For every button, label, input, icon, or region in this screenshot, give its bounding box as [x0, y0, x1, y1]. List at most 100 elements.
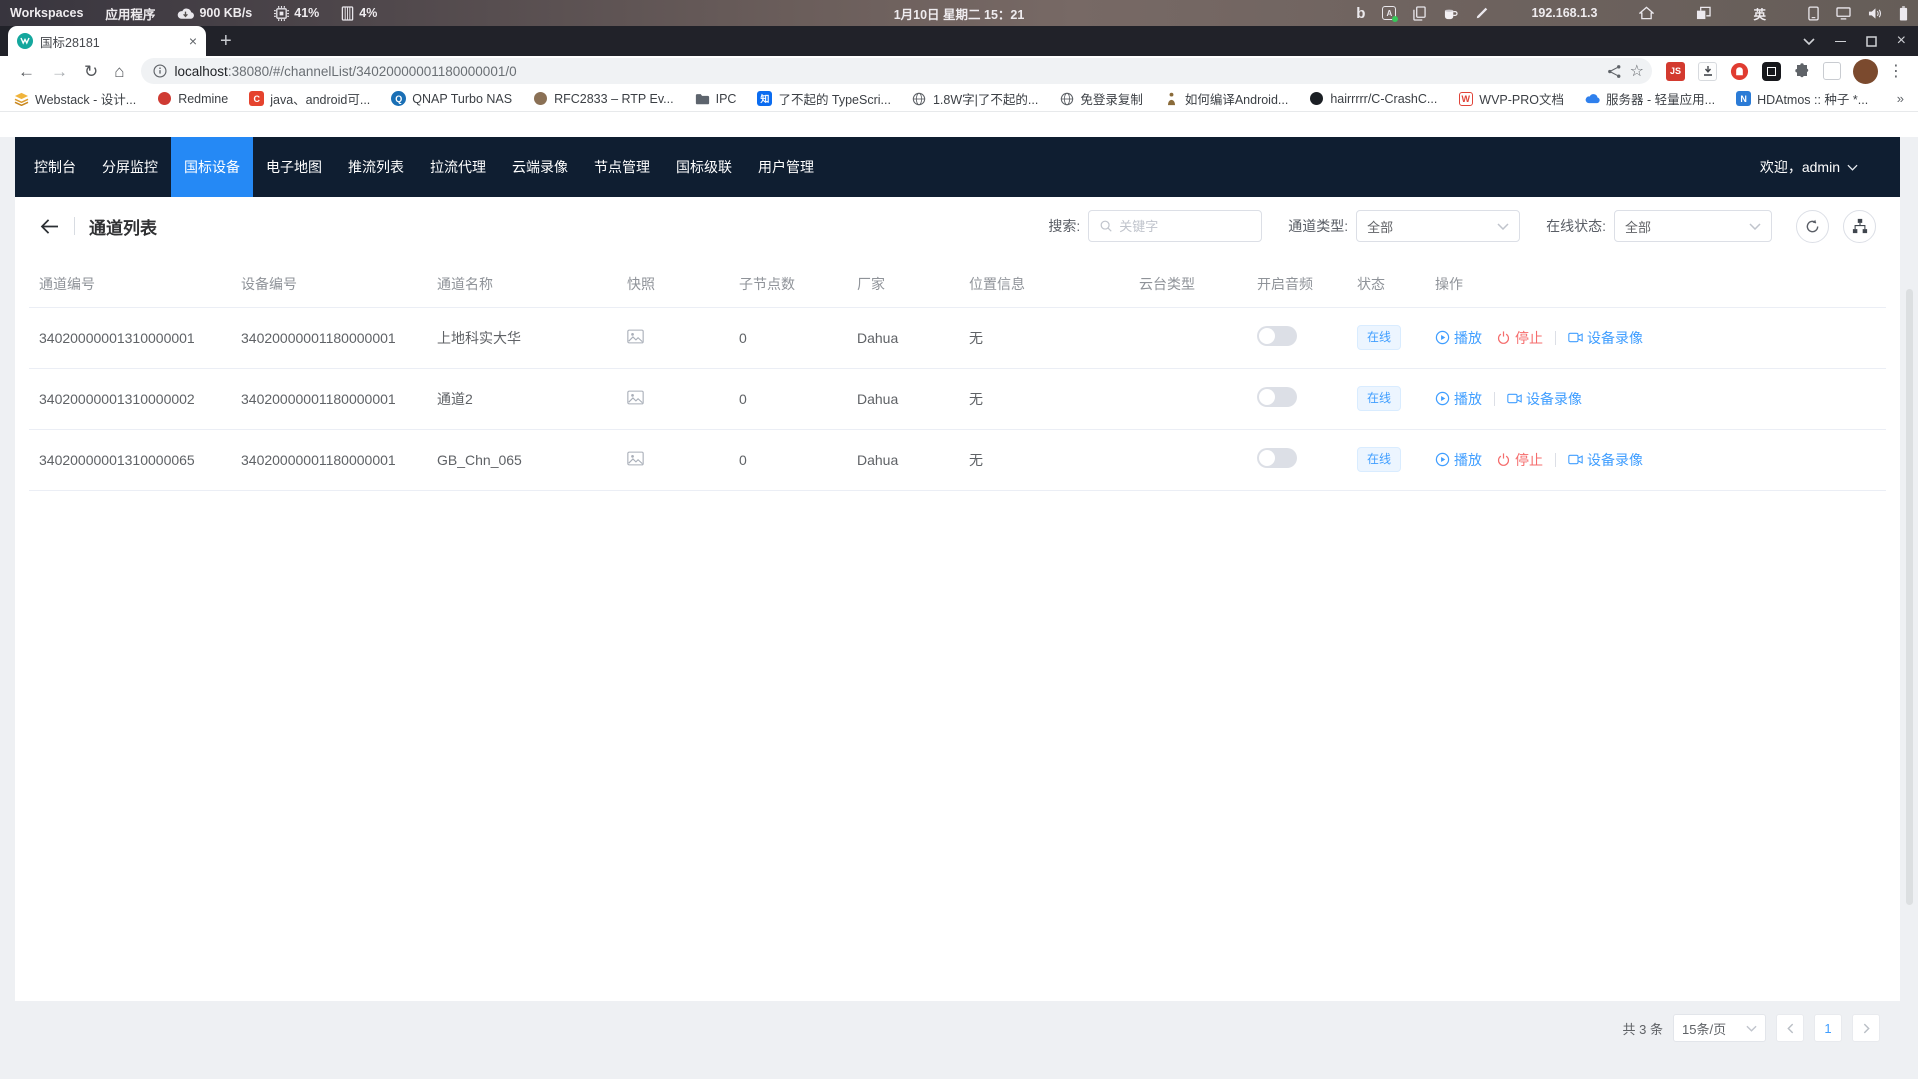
bookmark-label: 服务器 - 轻量应用...: [1606, 89, 1715, 108]
bookmark-item[interactable]: 免登录复制: [1059, 89, 1143, 108]
bookmark-item[interactable]: 如何编译Android...: [1164, 89, 1289, 108]
record-action-button[interactable]: 设备录像: [1507, 389, 1582, 409]
bookmarks-overflow-chevron-icon[interactable]: »: [1897, 91, 1904, 106]
bookmark-item[interactable]: 服务器 - 轻量应用...: [1585, 89, 1715, 108]
child-count-cell: 0: [729, 368, 847, 429]
bookmark-star-icon[interactable]: ☆: [1630, 61, 1644, 81]
workspaces-overview-icon[interactable]: [1696, 6, 1711, 20]
snapshot-image-icon[interactable]: [627, 390, 644, 405]
browser-menu-icon[interactable]: ⋮: [1888, 61, 1904, 81]
nav-item[interactable]: 国标设备: [171, 137, 253, 197]
back-icon[interactable]: ←: [18, 63, 35, 80]
dark-square-extension-icon[interactable]: [1762, 62, 1781, 81]
tab-search-chevron-icon[interactable]: [1803, 38, 1815, 45]
color-picker-icon[interactable]: [1475, 6, 1489, 20]
bing-tray-icon[interactable]: b: [1356, 6, 1365, 21]
clipboard-icon[interactable]: [1413, 6, 1426, 21]
nav-item[interactable]: 节点管理: [581, 137, 663, 197]
bookmark-item[interactable]: QQNAP Turbo NAS: [391, 91, 512, 106]
bookmark-item[interactable]: 知了不起的 TypeScri...: [757, 89, 891, 108]
nav-item[interactable]: 控制台: [21, 137, 89, 197]
nav-item[interactable]: 分屏监控: [89, 137, 171, 197]
stop-action-button[interactable]: 停止: [1496, 450, 1543, 470]
network-speed-indicator[interactable]: 900 KB/s: [177, 6, 252, 20]
new-tab-button[interactable]: +: [220, 30, 232, 53]
browser-tab[interactable]: 国标28181 ×: [8, 26, 206, 56]
snapshot-image-icon[interactable]: [627, 329, 644, 344]
audio-toggle[interactable]: [1257, 326, 1297, 346]
window-close-button[interactable]: ×: [1897, 33, 1906, 49]
extensions-puzzle-icon[interactable]: [1794, 63, 1810, 79]
scrollbar-thumb[interactable]: [1906, 289, 1913, 905]
record-action-button[interactable]: 设备录像: [1568, 328, 1643, 348]
channel-type-select[interactable]: 全部: [1356, 210, 1520, 242]
audio-cell: [1247, 368, 1347, 429]
browser-home-icon[interactable]: ⌂: [114, 63, 124, 80]
memory-usage-indicator[interactable]: 4%: [341, 6, 377, 21]
user-menu[interactable]: 欢迎，admin: [1760, 157, 1900, 177]
record-action-button[interactable]: 设备录像: [1568, 450, 1643, 470]
nav-item[interactable]: 电子地图: [253, 137, 335, 197]
forward-icon[interactable]: →: [51, 63, 68, 80]
audio-toggle[interactable]: [1257, 448, 1297, 468]
device-tree-button[interactable]: [1843, 210, 1876, 243]
cpu-usage-value: 41%: [294, 6, 319, 20]
bookmark-item[interactable]: hairrrrr/C-CrashC...: [1309, 91, 1437, 106]
bookmark-item[interactable]: WWVP-PRO文档: [1458, 89, 1564, 108]
nav-item[interactable]: 云端录像: [499, 137, 581, 197]
audio-toggle[interactable]: [1257, 387, 1297, 407]
pagination: 共 3 条 15条/页 1: [0, 1014, 1880, 1042]
clock[interactable]: 1月10日 星期二 15：21: [894, 4, 1025, 23]
share-icon[interactable]: [1607, 64, 1622, 79]
bookmark-item[interactable]: RFC2833 – RTP Ev...: [533, 91, 674, 106]
tablet-icon[interactable]: [1808, 6, 1819, 21]
refresh-button[interactable]: [1796, 210, 1829, 243]
window-maximize-button[interactable]: [1866, 36, 1877, 47]
reload-icon[interactable]: ↻: [84, 63, 98, 80]
js-extension-icon[interactable]: JS: [1666, 62, 1685, 81]
coffee-icon[interactable]: [1443, 7, 1458, 20]
page-back-icon[interactable]: [39, 218, 60, 235]
search-input[interactable]: [1119, 219, 1251, 234]
channel-table-body: 3402000000131000000134020000001180000001…: [29, 307, 1886, 490]
language-indicator[interactable]: 英: [1753, 4, 1766, 23]
play-action-button[interactable]: 播放: [1435, 328, 1482, 348]
cpu-usage-indicator[interactable]: 41%: [274, 6, 319, 21]
bookmark-item[interactable]: 1.8W字|了不起的...: [912, 89, 1038, 108]
bookmark-item[interactable]: Cjava、android可...: [249, 89, 370, 108]
site-info-icon[interactable]: [153, 64, 167, 78]
bookmark-item[interactable]: NHDAtmos :: 种子 *...: [1736, 89, 1868, 108]
page-size-select[interactable]: 15条/页: [1673, 1014, 1766, 1042]
display-icon[interactable]: [1836, 7, 1851, 20]
volume-icon[interactable]: [1868, 7, 1882, 20]
bookmark-item[interactable]: Redmine: [157, 91, 228, 106]
channel-table-wrapper: 通道编号设备编号通道名称快照子节点数厂家位置信息云台类型开启音频状态操作 340…: [15, 255, 1900, 491]
stop-action-button[interactable]: 停止: [1496, 328, 1543, 348]
bookmark-item[interactable]: IPC: [695, 91, 737, 106]
tab-close-icon[interactable]: ×: [189, 34, 197, 48]
play-action-button[interactable]: 播放: [1435, 450, 1482, 470]
home-icon[interactable]: [1639, 6, 1654, 20]
prev-page-button[interactable]: [1776, 1014, 1804, 1042]
workspaces-button[interactable]: Workspaces: [10, 6, 83, 20]
screenshot-tool-icon[interactable]: A: [1382, 6, 1396, 20]
nav-item[interactable]: 推流列表: [335, 137, 417, 197]
profile-avatar[interactable]: [1853, 59, 1878, 84]
nav-item[interactable]: 拉流代理: [417, 137, 499, 197]
current-page-button[interactable]: 1: [1814, 1014, 1842, 1042]
battery-icon[interactable]: [1899, 6, 1908, 21]
ip-address-indicator[interactable]: 192.168.1.3: [1531, 6, 1597, 20]
window-minimize-button[interactable]: [1835, 41, 1846, 42]
snapshot-image-icon[interactable]: [627, 451, 644, 466]
online-status-select[interactable]: 全部: [1614, 210, 1772, 242]
downloader-extension-icon[interactable]: [1698, 62, 1717, 81]
address-bar[interactable]: localhost:38080/#/channelList/3402000000…: [141, 58, 1652, 84]
next-page-button[interactable]: [1852, 1014, 1880, 1042]
nav-item[interactable]: 国标级联: [663, 137, 745, 197]
adblock-extension-icon[interactable]: [1730, 62, 1749, 81]
light-square-extension-icon[interactable]: [1823, 62, 1841, 80]
play-action-button[interactable]: 播放: [1435, 389, 1482, 409]
bookmark-item[interactable]: Webstack - 设计...: [14, 89, 136, 108]
nav-item[interactable]: 用户管理: [745, 137, 827, 197]
applications-button[interactable]: 应用程序: [105, 4, 155, 23]
